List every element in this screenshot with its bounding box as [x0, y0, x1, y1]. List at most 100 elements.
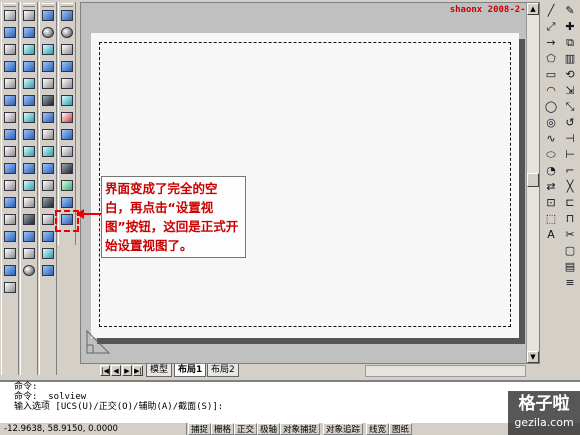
- vertical-scrollbar[interactable]: ▲ ▼: [526, 3, 539, 363]
- tab-next-button[interactable]: ▶: [122, 365, 132, 376]
- draw-tool-0-button[interactable]: ╱: [544, 4, 558, 17]
- modify-tool-13-button[interactable]: ⊓: [563, 212, 577, 225]
- modify-tool-16-button[interactable]: ▤: [563, 260, 577, 273]
- view-sw-iso-button[interactable]: [21, 129, 37, 143]
- ucs-view-button[interactable]: [2, 78, 18, 92]
- setup-4-button[interactable]: [59, 61, 75, 75]
- tab-prev-button[interactable]: ◀: [111, 365, 121, 376]
- scroll-up-button[interactable]: ▲: [527, 3, 539, 15]
- tab-first-button[interactable]: |◀: [100, 365, 110, 376]
- solid-section-button[interactable]: [40, 163, 56, 177]
- toolbar-grip[interactable]: [4, 3, 16, 7]
- command-prompt-line[interactable]: 输入选项 [UCS(U)/正交(O)/辅助(A)/截面(S)]:: [0, 402, 580, 412]
- modify-tool-15-button[interactable]: ▢: [563, 244, 577, 257]
- horizontal-scrollbar[interactable]: [365, 365, 526, 377]
- ucs-z-button[interactable]: [2, 180, 18, 194]
- view-orbit-button[interactable]: [21, 214, 37, 228]
- view-left-button[interactable]: [21, 61, 37, 75]
- ucs-3point-button[interactable]: [2, 129, 18, 143]
- scroll-thumb[interactable]: [527, 173, 539, 187]
- ucs-object-button[interactable]: [2, 61, 18, 75]
- ucs-ii-button[interactable]: [2, 265, 18, 279]
- solid-revolve-button[interactable]: [40, 129, 56, 143]
- solid-extra-button[interactable]: [40, 231, 56, 245]
- setup-9-button[interactable]: [59, 146, 75, 160]
- paper-model-toggle[interactable]: 图纸: [389, 423, 413, 435]
- modify-tool-14-button[interactable]: ✂: [563, 228, 577, 241]
- setup-view-button[interactable]: [59, 197, 75, 211]
- solid-cylinder-button[interactable]: [40, 44, 56, 58]
- draw-tool-5-button[interactable]: ◠: [544, 84, 558, 97]
- draw-tool-6-button[interactable]: ◯: [544, 100, 558, 113]
- view-back-button[interactable]: [21, 112, 37, 126]
- scroll-down-button[interactable]: ▼: [527, 351, 539, 363]
- otrack-toggle[interactable]: 对象追踪: [323, 423, 364, 435]
- view-named-button[interactable]: [21, 10, 37, 24]
- view-bottom-button[interactable]: [21, 44, 37, 58]
- draw-tool-1-button[interactable]: ⤢: [544, 20, 558, 33]
- setup-11-button[interactable]: [59, 180, 75, 194]
- setup-2-button[interactable]: [59, 27, 75, 41]
- solid-box-button[interactable]: [40, 10, 56, 24]
- ucs-apply-button[interactable]: [2, 197, 18, 211]
- solid-extra2-button[interactable]: [40, 248, 56, 262]
- modify-tool-1-button[interactable]: ✚: [563, 20, 577, 33]
- view-nw-iso-button[interactable]: [21, 180, 37, 194]
- setup-3-button[interactable]: [59, 44, 75, 58]
- draw-tool-2-button[interactable]: →: [544, 36, 558, 49]
- setup-7-button[interactable]: [59, 112, 75, 126]
- draw-tool-12-button[interactable]: ⊡: [544, 196, 558, 209]
- ucs-zaxis-button[interactable]: [2, 112, 18, 126]
- draw-tool-13-button[interactable]: ⬚: [544, 212, 558, 225]
- setup-1-button[interactable]: [59, 10, 75, 24]
- modify-tool-7-button[interactable]: ↺: [563, 116, 577, 129]
- modify-tool-0-button[interactable]: ✎: [563, 4, 577, 17]
- draw-tool-8-button[interactable]: ∿: [544, 132, 558, 145]
- solid-setup-drawing-button[interactable]: [40, 197, 56, 211]
- view-dish-button[interactable]: [21, 265, 37, 279]
- toolbar-grip[interactable]: [23, 3, 35, 7]
- tab-last-button[interactable]: ▶|: [133, 365, 143, 376]
- ucs-orient-button[interactable]: [2, 248, 18, 262]
- ucs-previous-button[interactable]: [2, 27, 18, 41]
- draw-tool-7-button[interactable]: ◎: [544, 116, 558, 129]
- modify-tool-11-button[interactable]: ╳: [563, 180, 577, 193]
- tab-model[interactable]: 模型: [146, 364, 173, 377]
- modify-tool-8-button[interactable]: ⊣: [563, 132, 577, 145]
- solid-extrude-button[interactable]: [40, 112, 56, 126]
- solid-torus-button[interactable]: [40, 95, 56, 109]
- setup-view-button-highlighted[interactable]: [55, 210, 79, 232]
- ucs-dialog-button[interactable]: [2, 214, 18, 228]
- command-window[interactable]: 命令: 命令: _solview 输入选项 [UCS(U)/正交(O)/辅助(A…: [0, 380, 580, 422]
- grid-toggle[interactable]: 栅格: [211, 423, 235, 435]
- modify-tool-12-button[interactable]: ⊏: [563, 196, 577, 209]
- ucs-y-button[interactable]: [2, 163, 18, 177]
- solid-extra3-button[interactable]: [40, 265, 56, 279]
- modify-tool-17-button[interactable]: ≡: [563, 276, 577, 289]
- solid-slice-button[interactable]: [40, 146, 56, 160]
- modify-tool-3-button[interactable]: ▥: [563, 52, 577, 65]
- modify-tool-9-button[interactable]: ⊢: [563, 148, 577, 161]
- ucs-extra-button[interactable]: [2, 282, 18, 296]
- polar-toggle[interactable]: 极轴: [257, 423, 281, 435]
- draw-tool-4-button[interactable]: ▭: [544, 68, 558, 81]
- view-se-iso-button[interactable]: [21, 146, 37, 160]
- view-right-button[interactable]: [21, 78, 37, 92]
- ortho-toggle[interactable]: 正交: [234, 423, 258, 435]
- modify-tool-5-button[interactable]: ⇲: [563, 84, 577, 97]
- view-wedge-button[interactable]: [21, 248, 37, 262]
- solid-cone-button[interactable]: [40, 61, 56, 75]
- toolbar-grip[interactable]: [42, 3, 54, 7]
- draw-tool-3-button[interactable]: ⬠: [544, 52, 558, 65]
- setup-6-button[interactable]: [59, 95, 75, 109]
- modify-tool-6-button[interactable]: ⤡: [563, 100, 577, 113]
- toolbar-grip[interactable]: [61, 3, 73, 7]
- tab-layout2[interactable]: 布局2: [207, 364, 239, 377]
- snap-toggle[interactable]: 捕捉: [188, 423, 212, 435]
- view-top-button[interactable]: [21, 27, 37, 41]
- solid-setup-profile-button[interactable]: [40, 214, 56, 228]
- ucs-x-button[interactable]: [2, 146, 18, 160]
- modify-tool-4-button[interactable]: ⟲: [563, 68, 577, 81]
- view-camera-button[interactable]: [21, 197, 37, 211]
- setup-10-button[interactable]: [59, 163, 75, 177]
